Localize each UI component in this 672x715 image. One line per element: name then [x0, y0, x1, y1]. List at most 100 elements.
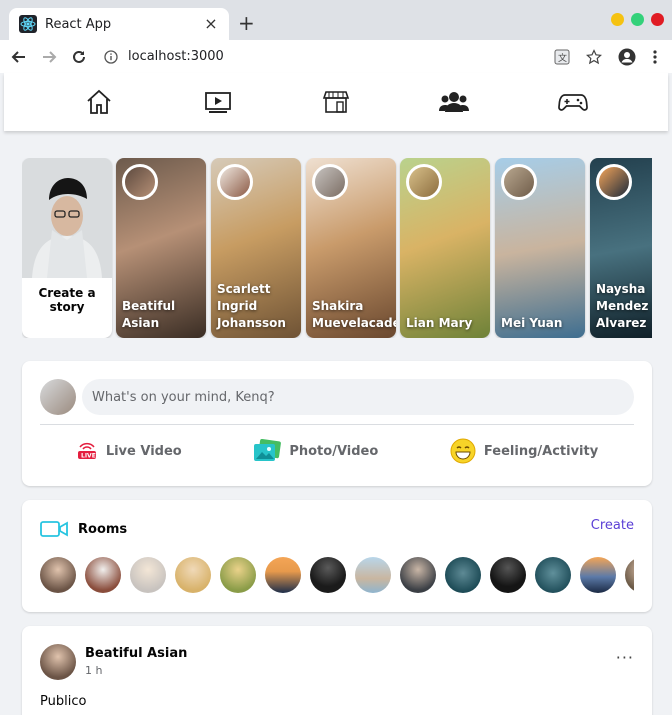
room-avatar[interactable]: [175, 557, 211, 593]
profile-icon[interactable]: [618, 48, 636, 66]
video-camera-icon: [40, 521, 68, 537]
back-arrow-icon: [11, 50, 25, 63]
live-video-button[interactable]: LIVE Live Video: [66, 435, 192, 467]
watch-icon: [204, 92, 231, 113]
divider: [40, 424, 634, 425]
reload-button[interactable]: [68, 46, 90, 68]
marketplace-icon: [322, 91, 350, 113]
story-name: Mei Yuan: [501, 316, 563, 330]
story-avatar: [596, 164, 632, 200]
room-avatar[interactable]: [400, 557, 436, 593]
browser-toolbar: localhost:3000 文: [0, 40, 672, 73]
close-window-button[interactable]: [651, 13, 664, 26]
composer-actions: LIVE Live Video Photo/Video Feeling/Acti…: [40, 431, 634, 471]
story-avatar: [406, 164, 442, 200]
bookmark-star-icon[interactable]: [586, 48, 602, 65]
story-name: Lian Mary: [406, 316, 473, 330]
rooms-card: Rooms Create: [22, 500, 652, 612]
rooms-header: Rooms: [40, 520, 127, 538]
nav-home[interactable]: [79, 82, 119, 122]
status-input[interactable]: What's on your mind, Kenq?: [82, 379, 634, 415]
home-icon: [87, 89, 111, 114]
room-avatar[interactable]: [40, 557, 76, 593]
story-card[interactable]: Shakira Muevelacaderas: [306, 158, 396, 338]
room-avatar[interactable]: [625, 557, 634, 593]
live-video-label: Live Video: [105, 443, 182, 459]
nav-watch[interactable]: [198, 82, 238, 122]
room-avatar[interactable]: [445, 557, 481, 593]
rooms-create-link[interactable]: Create: [591, 518, 634, 533]
menu-kebab-icon[interactable]: [652, 49, 658, 65]
maximize-button[interactable]: [631, 13, 644, 26]
browser-chrome: React App × + localhost:3000 文: [0, 0, 672, 73]
story-card[interactable]: Naysha Mendez Alvarez: [590, 158, 652, 338]
avatar[interactable]: [40, 644, 76, 680]
nav-groups[interactable]: [434, 82, 474, 122]
reload-icon: [73, 50, 85, 63]
smiley-icon: [450, 438, 476, 464]
story-avatar: [122, 164, 158, 200]
post-timestamp[interactable]: 1 h: [85, 664, 102, 677]
photo-video-button[interactable]: Photo/Video: [243, 433, 388, 469]
feeling-activity-button[interactable]: Feeling/Activity: [440, 432, 608, 470]
groups-icon: [439, 92, 470, 112]
address-bar[interactable]: localhost:3000: [104, 49, 554, 64]
nav-gaming[interactable]: [553, 82, 593, 122]
story-name: Scarlett Ingrid Johansson: [217, 282, 286, 330]
avatar[interactable]: [40, 379, 76, 415]
main-feed: Create a story Beatiful Asian Scarlett I…: [4, 131, 668, 715]
stories-row: Create a story Beatiful Asian Scarlett I…: [22, 158, 652, 338]
react-icon: [19, 15, 37, 33]
room-avatar[interactable]: [220, 557, 256, 593]
room-avatar[interactable]: [355, 557, 391, 593]
story-avatar: [217, 164, 253, 200]
story-card[interactable]: Beatiful Asian: [116, 158, 206, 338]
story-card[interactable]: Lian Mary: [400, 158, 490, 338]
nav-marketplace[interactable]: [316, 82, 356, 122]
photo-video-label: Photo/Video: [289, 443, 379, 459]
tab-title: React App: [45, 16, 112, 32]
create-story-card[interactable]: Create a story: [22, 158, 112, 338]
create-story-label: Create a story: [38, 286, 96, 314]
app-header: [4, 73, 668, 131]
post-composer: What's on your mind, Kenq? LIVE Live Vid…: [22, 361, 652, 486]
back-button[interactable]: [8, 46, 30, 68]
post-text: Publico: [40, 694, 87, 709]
rooms-avatar-list: [40, 557, 634, 593]
browser-tab[interactable]: React App ×: [9, 8, 229, 40]
room-avatar[interactable]: [580, 557, 616, 593]
story-name: Naysha Mendez Alvarez: [596, 282, 649, 330]
story-name: Beatiful Asian: [122, 299, 176, 330]
gaming-icon: [557, 94, 588, 111]
room-avatar[interactable]: [265, 557, 301, 593]
post-more-icon[interactable]: ···: [616, 648, 634, 667]
svg-text:LIVE: LIVE: [81, 453, 96, 460]
forward-arrow-icon: [43, 50, 57, 63]
create-story-photo: [22, 158, 112, 278]
info-icon: [104, 49, 118, 64]
photo-video-icon: [254, 439, 282, 461]
new-tab-button[interactable]: +: [238, 13, 255, 33]
post-card: Beatiful Asian 1 h ··· Publico: [22, 626, 652, 715]
story-card[interactable]: Mei Yuan: [495, 158, 585, 338]
post-author[interactable]: Beatiful Asian: [85, 646, 187, 661]
story-card[interactable]: Scarlett Ingrid Johansson: [211, 158, 301, 338]
svg-text:文: 文: [558, 52, 567, 64]
room-avatar[interactable]: [535, 557, 571, 593]
minimize-button[interactable]: [611, 13, 624, 26]
translate-icon[interactable]: 文: [554, 49, 570, 65]
feeling-activity-label: Feeling/Activity: [483, 443, 599, 459]
live-video-icon: LIVE: [77, 442, 96, 460]
room-avatar[interactable]: [310, 557, 346, 593]
url-text: localhost:3000: [128, 49, 224, 64]
story-avatar: [312, 164, 348, 200]
forward-button[interactable]: [38, 46, 60, 68]
room-avatar[interactable]: [130, 557, 166, 593]
story-name: Shakira Muevelacaderas: [312, 299, 396, 330]
rooms-title: Rooms: [78, 521, 128, 537]
story-avatar: [501, 164, 537, 200]
tab-close-icon[interactable]: ×: [203, 16, 219, 32]
room-avatar[interactable]: [490, 557, 526, 593]
user-photo-icon: [22, 158, 112, 278]
room-avatar[interactable]: [85, 557, 121, 593]
